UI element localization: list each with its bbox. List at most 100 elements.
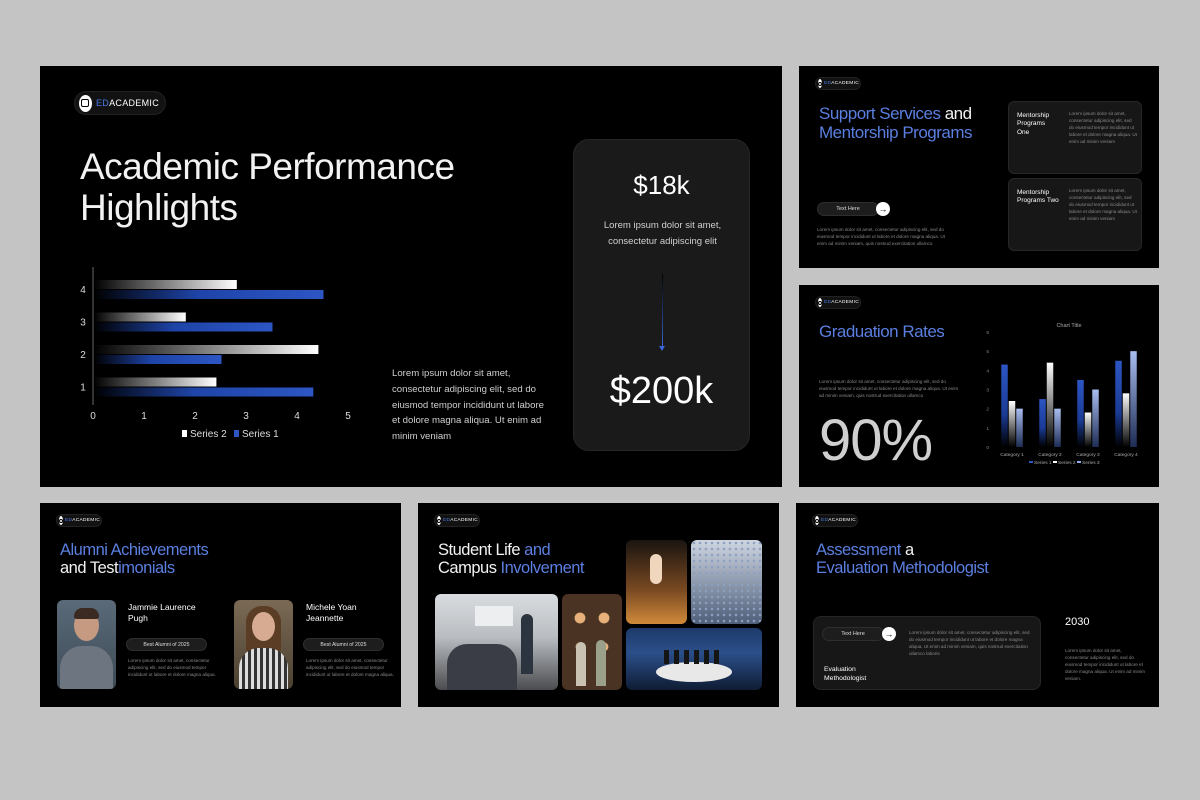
mentorship-card-1[interactable]: Mentorship Programs One Lorem ipsum dolo… <box>1008 101 1142 174</box>
title-word: imonials <box>118 559 175 578</box>
slide2-title: Support Services and Mentorship Programs <box>819 104 973 142</box>
evaluation-card[interactable]: Text Here → Evaluation Methodologist Lor… <box>813 616 1041 690</box>
slide-academic-performance[interactable]: EDACADEMIC Academic Performance Highligh… <box>40 66 782 487</box>
bar-series-1 <box>94 322 273 332</box>
brand-name: EDACADEMIC <box>821 518 856 523</box>
y-tick-label: 1 <box>986 426 989 432</box>
y-tick-label: 3 <box>986 388 989 394</box>
x-tick-label: Category 4 <box>1114 452 1138 458</box>
slide-student-life[interactable]: EDACADEMIC Student Life and Campus Invol… <box>418 503 779 707</box>
y-tick-label: 6 <box>986 330 989 336</box>
title-line-2: Evaluation Methodologist <box>816 559 989 578</box>
photo-figure <box>664 650 724 664</box>
card-label: Mentorship Programs Two <box>1017 189 1059 205</box>
slide2-paragraph: Lorem ipsum dolor sit amet, consectetur … <box>817 227 945 247</box>
legend-label: Series 3 <box>1082 460 1100 466</box>
title-word: Campus <box>438 559 497 578</box>
arrow-down-icon <box>662 274 663 348</box>
text-here-button[interactable]: Text Here <box>822 627 884 641</box>
x-tick-label: 3 <box>243 411 249 422</box>
card-label: Evaluation Methodologist <box>824 666 867 683</box>
photo-figure <box>521 614 533 674</box>
arrow-right-icon[interactable]: → <box>882 627 896 641</box>
title-word: Rates <box>902 322 945 341</box>
x-tick-label: 1 <box>141 411 147 422</box>
person-2-name: Michele Yoan Jeannette <box>306 602 357 624</box>
horizontal-bar-chart: 1 2 3 4 0 1 2 3 4 5 Series 2 Series 1 <box>80 267 351 440</box>
slide1-paragraph: Lorem ipsum dolor sit amet, consectetur … <box>392 368 544 443</box>
brand-logo: EDACADEMIC <box>434 514 480 527</box>
photo-figure <box>650 554 662 584</box>
photo-figure <box>596 640 606 686</box>
y-tick-label: 0 <box>986 445 989 451</box>
slide6-title: Assessment a Evaluation Methodologist <box>816 541 989 578</box>
bar-series-1 <box>94 387 314 397</box>
bar-series-3 <box>1016 408 1023 447</box>
bar-series-2 <box>94 345 319 354</box>
person-2-text: Lorem ipsum dolor sit amet, consectetur … <box>306 658 394 678</box>
slide-alumni[interactable]: EDACADEMIC Alumni Achievements and Testi… <box>40 503 401 707</box>
title-word: Graduation <box>819 322 899 341</box>
card-text: Lorem ipsum dolor sit amet, consectetur … <box>1069 188 1137 222</box>
avatar-head <box>252 612 275 641</box>
person-1-text: Lorem ipsum dolor sit amet, consectetur … <box>128 658 216 678</box>
card-text: Lorem ipsum dolor sit amet, consectetur … <box>1069 111 1137 145</box>
legend-label: Series 1 <box>1034 460 1052 466</box>
bar-series-2 <box>1122 393 1130 447</box>
photo-figure <box>447 644 517 690</box>
brand-logo: EDACADEMIC <box>815 77 861 90</box>
brand-name: EDACADEMIC <box>65 518 100 523</box>
avatar-photo-2 <box>234 600 293 689</box>
photo-event <box>562 594 622 690</box>
brand-mark-icon <box>818 298 822 307</box>
y-tick-label: 1 <box>80 383 86 394</box>
bar-series-1 <box>94 290 324 299</box>
brand-mark-icon <box>818 79 822 88</box>
bar-series-1 <box>1115 360 1122 447</box>
photo-concert <box>626 540 687 624</box>
year-label: 2030 <box>1065 616 1090 628</box>
person-2-badge: Best Alumni of 2025 <box>303 638 384 651</box>
x-tick-label: 2 <box>192 411 198 422</box>
brand-mark-icon <box>59 516 63 525</box>
avatar-hair <box>74 608 99 619</box>
slide-graduation-rates[interactable]: EDACADEMIC Graduation Rates Lorem ipsum … <box>799 285 1159 487</box>
legend-swatch <box>1029 461 1033 463</box>
title-word: Student Life <box>438 541 521 559</box>
x-tick-label: 0 <box>90 411 96 422</box>
stat-desc: Lorem ipsum dolor sit amet, consectetur … <box>603 220 722 247</box>
bar-series-2 <box>94 280 237 289</box>
y-tick-label: 3 <box>80 318 86 329</box>
bar-series-2 <box>94 312 186 322</box>
legend-swatch-series-1 <box>234 430 239 437</box>
x-tick-label: 4 <box>294 411 300 422</box>
slide-assessment[interactable]: EDACADEMIC Assessment a Evaluation Metho… <box>796 503 1159 707</box>
text-here-button[interactable]: Text Here <box>817 202 879 216</box>
brand-name: EDACADEMIC <box>443 518 478 523</box>
x-tick-label: Category 1 <box>1000 452 1024 458</box>
stat-card: $18k Lorem ipsum dolor sit amet, consect… <box>573 139 750 451</box>
avatar-photo-1 <box>57 600 116 689</box>
slide-support-services[interactable]: EDACADEMIC Support Services and Mentorsh… <box>799 66 1159 268</box>
legend-label-series-2: Series 2 <box>190 429 227 440</box>
title-line-2: Highlights <box>80 187 238 229</box>
legend-swatch <box>1077 461 1081 463</box>
y-tick-label: 5 <box>986 349 989 355</box>
photo-classroom <box>435 594 558 690</box>
y-tick-label: 2 <box>986 407 989 413</box>
arrow-right-icon[interactable]: → <box>876 202 890 216</box>
title-word: and <box>944 104 972 123</box>
bar-series-3 <box>1130 351 1137 447</box>
x-tick-label: Category 2 <box>1038 452 1062 458</box>
brand-mark-icon <box>815 516 819 525</box>
mentorship-card-2[interactable]: Mentorship Programs Two Lorem ipsum dolo… <box>1008 178 1142 251</box>
person-1-badge: Best Alumni of 2025 <box>126 638 207 651</box>
avatar-body <box>60 646 113 689</box>
photo-stage <box>656 662 732 682</box>
bar-series-1 <box>1077 379 1084 447</box>
photo-panel <box>626 628 762 690</box>
slide4-title: Alumni Achievements and Testimonials <box>60 541 209 578</box>
slide3-title: Graduation Rates <box>819 322 945 341</box>
title-word: a <box>904 541 914 559</box>
bar-series-2 <box>94 377 217 387</box>
